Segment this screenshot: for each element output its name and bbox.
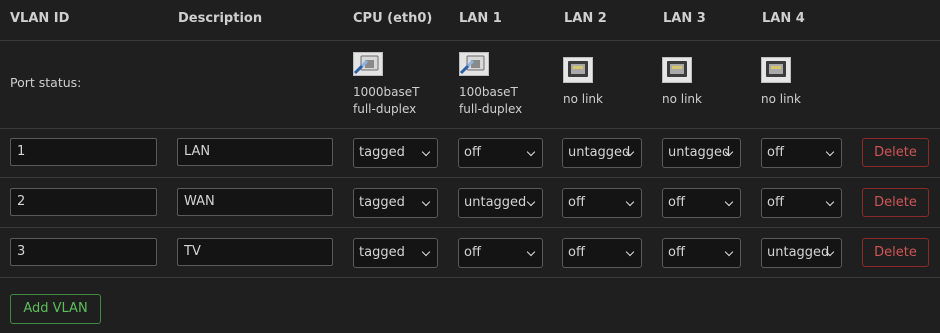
- select-value: untagged: [767, 245, 830, 260]
- table-header: VLAN ID Description CPU (eth0) LAN 1 LAN…: [0, 0, 940, 41]
- port-lan2-status: no link: [563, 57, 603, 108]
- chevron-down-icon: [526, 147, 536, 157]
- header-cpu: CPU (eth0): [353, 11, 433, 26]
- cpu-mode-select[interactable]: tagged: [353, 138, 438, 168]
- lan4-mode-select[interactable]: untagged: [761, 238, 842, 268]
- lan3-mode-select[interactable]: off: [662, 238, 741, 268]
- select-value: off: [568, 245, 585, 260]
- chevron-down-icon: [526, 247, 536, 257]
- header-vlan-id: VLAN ID: [10, 11, 70, 26]
- chevron-down-icon: [421, 197, 431, 207]
- select-value: tagged: [359, 145, 405, 160]
- port-status-row: Port status: 1000baseT full-duplex 100ba…: [0, 40, 940, 129]
- port-lan1-duplex: full-duplex: [459, 102, 523, 116]
- port-lan1-speed: 100baseT: [459, 85, 518, 99]
- add-vlan-button[interactable]: Add VLAN: [10, 294, 101, 324]
- chevron-down-icon: [625, 247, 635, 257]
- vlan-description-input[interactable]: LAN: [177, 138, 333, 166]
- select-value: off: [464, 245, 481, 260]
- port-no-link-icon: [761, 57, 791, 83]
- select-value: off: [767, 145, 784, 160]
- chevron-down-icon: [421, 147, 431, 157]
- vlan-row: 3 TV tagged off off off untagged Delete: [0, 228, 940, 278]
- port-lan4-status: no link: [761, 57, 801, 108]
- lan1-mode-select[interactable]: off: [458, 138, 543, 168]
- header-lan2: LAN 2: [564, 11, 607, 26]
- port-no-link-icon: [563, 57, 593, 83]
- select-value: untagged: [568, 145, 631, 160]
- lan2-mode-select[interactable]: untagged: [562, 138, 642, 168]
- port-cpu-speed: 1000baseT: [353, 85, 420, 99]
- port-lan3-status: no link: [662, 57, 702, 108]
- port-lan3-link: no link: [662, 92, 702, 106]
- chevron-down-icon: [724, 247, 734, 257]
- select-value: untagged: [668, 145, 731, 160]
- header-description: Description: [178, 11, 263, 26]
- vlan-description-input[interactable]: WAN: [177, 188, 333, 216]
- delete-vlan-button[interactable]: Delete: [862, 188, 929, 217]
- header-lan4: LAN 4: [762, 11, 805, 26]
- delete-vlan-button[interactable]: Delete: [862, 138, 929, 167]
- header-lan1: LAN 1: [459, 11, 502, 26]
- port-lan4-link: no link: [761, 92, 801, 106]
- select-value: untagged: [464, 195, 527, 210]
- vlan-row: 2 WAN tagged untagged off off off Delete: [0, 178, 940, 228]
- lan2-mode-select[interactable]: off: [562, 188, 642, 218]
- chevron-down-icon: [526, 197, 536, 207]
- port-cpu-duplex: full-duplex: [353, 102, 417, 116]
- port-lan1-status: 100baseT full-duplex: [459, 52, 522, 118]
- lan3-mode-select[interactable]: untagged: [662, 138, 741, 168]
- chevron-down-icon: [825, 197, 835, 207]
- vlan-id-input[interactable]: 1: [10, 138, 157, 166]
- port-connected-icon: [459, 52, 489, 76]
- chevron-down-icon: [724, 197, 734, 207]
- lan4-mode-select[interactable]: off: [761, 138, 842, 168]
- select-value: off: [668, 195, 685, 210]
- port-connected-icon: [353, 52, 383, 76]
- port-no-link-icon: [662, 57, 692, 83]
- chevron-down-icon: [421, 247, 431, 257]
- lan4-mode-select[interactable]: off: [761, 188, 842, 218]
- vlan-row: 1 LAN tagged off untagged untagged off D…: [0, 128, 940, 178]
- lan1-mode-select[interactable]: untagged: [458, 188, 543, 218]
- chevron-down-icon: [825, 147, 835, 157]
- port-status-label: Port status:: [10, 75, 82, 90]
- cpu-mode-select[interactable]: tagged: [353, 238, 438, 268]
- lan3-mode-select[interactable]: off: [662, 188, 741, 218]
- select-value: off: [668, 245, 685, 260]
- delete-vlan-button[interactable]: Delete: [862, 238, 929, 267]
- select-value: tagged: [359, 195, 405, 210]
- port-lan2-link: no link: [563, 92, 603, 106]
- select-value: off: [568, 195, 585, 210]
- header-lan3: LAN 3: [663, 11, 706, 26]
- lan2-mode-select[interactable]: off: [562, 238, 642, 268]
- lan1-mode-select[interactable]: off: [458, 238, 543, 268]
- select-value: off: [767, 195, 784, 210]
- cpu-mode-select[interactable]: tagged: [353, 188, 438, 218]
- select-value: tagged: [359, 245, 405, 260]
- vlan-description-input[interactable]: TV: [177, 238, 333, 266]
- vlan-id-input[interactable]: 2: [10, 188, 157, 216]
- select-value: off: [464, 145, 481, 160]
- vlan-id-input[interactable]: 3: [10, 238, 157, 266]
- port-cpu-status: 1000baseT full-duplex: [353, 52, 419, 118]
- chevron-down-icon: [625, 197, 635, 207]
